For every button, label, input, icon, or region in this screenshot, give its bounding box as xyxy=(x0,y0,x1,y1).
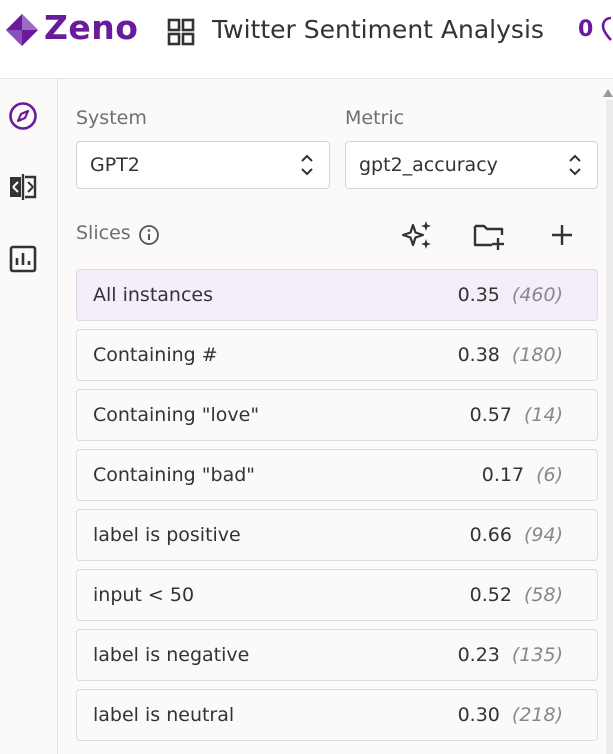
zeno-logo-icon[interactable] xyxy=(4,12,40,48)
slice-metric-value: 0.52 xyxy=(469,584,512,606)
chevron-up-down-icon xyxy=(301,154,313,176)
slice-metric-value: 0.30 xyxy=(457,704,500,726)
slice-size: (58) xyxy=(523,584,563,606)
map-pin-icon[interactable] xyxy=(601,16,613,42)
grid-icon[interactable] xyxy=(167,18,195,46)
slice-size: (460) xyxy=(511,284,563,306)
slice-row[interactable]: Containing # 0.38 (180) xyxy=(76,329,598,381)
new-folder-icon[interactable] xyxy=(472,219,506,251)
slice-size: (135) xyxy=(511,644,563,666)
plus-icon[interactable] xyxy=(545,219,579,251)
slice-row[interactable]: Containing "bad" 0.17 (6) xyxy=(76,449,598,501)
system-value: GPT2 xyxy=(90,154,140,176)
slice-size: (6) xyxy=(536,464,563,486)
metric-value: gpt2_accuracy xyxy=(359,154,498,176)
slice-row[interactable]: All instances 0.35 (460) xyxy=(76,269,598,321)
slice-row[interactable]: label is negative 0.23 (135) xyxy=(76,629,598,681)
slice-name: Containing "bad" xyxy=(93,464,256,486)
slice-size: (14) xyxy=(523,404,563,426)
compare-icon[interactable] xyxy=(8,172,38,202)
slice-metric-value: 0.57 xyxy=(469,404,512,426)
slice-metric-value: 0.66 xyxy=(469,524,512,546)
slice-name: label is negative xyxy=(93,644,250,666)
app-header: Zeno Twitter Sentiment Analysis 0 xyxy=(0,0,613,79)
header-count: 0 xyxy=(578,17,594,42)
system-label: System xyxy=(76,107,147,129)
slice-metric-value: 0.38 xyxy=(457,344,500,366)
slice-size: (218) xyxy=(511,704,563,726)
chevron-up-down-icon xyxy=(569,154,581,176)
info-icon[interactable] xyxy=(138,224,160,246)
slices-heading: Slices xyxy=(76,222,131,244)
slice-name: All instances xyxy=(93,284,213,306)
system-select[interactable]: GPT2 xyxy=(76,141,330,189)
slice-row[interactable]: label is neutral 0.30 (218) xyxy=(76,689,598,741)
slice-metric-value: 0.23 xyxy=(457,644,500,666)
slice-row[interactable]: Containing "love" 0.57 (14) xyxy=(76,389,598,441)
project-title: Twitter Sentiment Analysis xyxy=(212,15,544,44)
slice-size: (94) xyxy=(523,524,563,546)
metric-select[interactable]: gpt2_accuracy xyxy=(345,141,598,189)
slice-name: label is neutral xyxy=(93,704,235,726)
scroll-up-arrow-icon[interactable] xyxy=(603,86,613,100)
app-name[interactable]: Zeno xyxy=(44,8,138,47)
slice-name: Containing "love" xyxy=(93,404,260,426)
slice-name: input < 50 xyxy=(93,584,195,606)
slice-metric-value: 0.17 xyxy=(481,464,525,486)
slice-row[interactable]: input < 50 0.52 (58) xyxy=(76,569,598,621)
sparkle-icon[interactable] xyxy=(400,219,434,251)
slice-size: (180) xyxy=(511,344,563,366)
chart-icon[interactable] xyxy=(8,244,38,274)
slice-name: Containing # xyxy=(93,344,218,366)
sidebar xyxy=(0,79,58,754)
scrollbar[interactable] xyxy=(606,100,613,754)
compass-icon[interactable] xyxy=(8,101,38,131)
slice-name: label is positive xyxy=(93,524,241,546)
slices-panel: System GPT2 Metric gpt2_accuracy Slices xyxy=(58,79,613,754)
slice-metric-value: 0.35 xyxy=(457,284,500,306)
metric-label: Metric xyxy=(345,107,405,129)
slice-row[interactable]: label is positive 0.66 (94) xyxy=(76,509,598,561)
